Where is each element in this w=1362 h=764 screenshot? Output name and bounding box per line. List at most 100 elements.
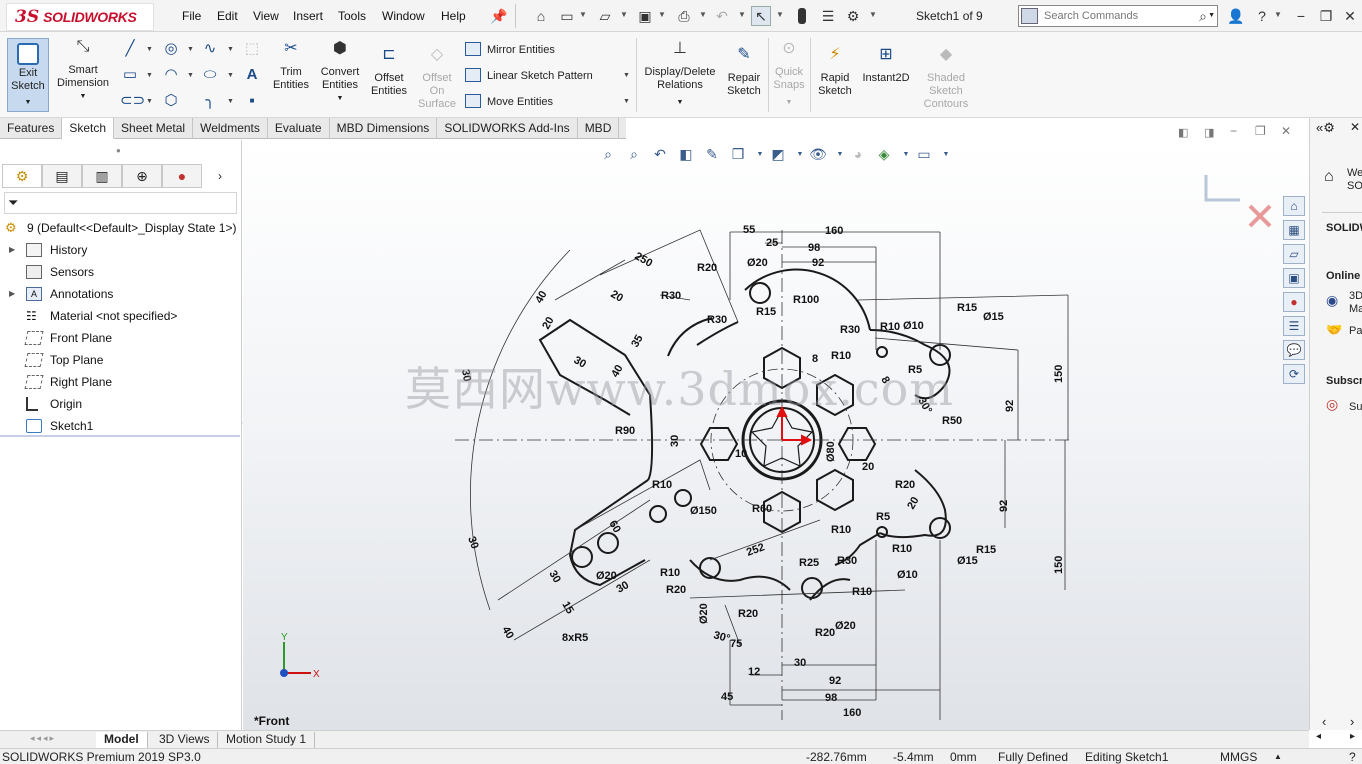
search-icon[interactable]: ⌕	[1199, 8, 1207, 25]
chevron-down-icon[interactable]: ▼	[830, 151, 850, 169]
tree-root[interactable]: ⚙ 9 (Default<<Default>_Display State 1>)	[0, 217, 240, 239]
dim-text[interactable]: Ø15	[957, 555, 978, 567]
dim-text[interactable]: 20	[609, 288, 626, 305]
dim-text[interactable]: R10	[880, 321, 900, 333]
dim-text[interactable]: 20	[862, 461, 874, 473]
rapid-sketch-button[interactable]: ⚡ Rapid Sketch	[814, 47, 856, 98]
tab-mbd[interactable]: MBD	[578, 118, 620, 139]
graphics-area[interactable]: 55 160 25 98 92 R20 Ø20 R15 R100 R30 R30…	[243, 140, 1309, 730]
restore-icon[interactable]: ❐	[1316, 6, 1336, 26]
dim-text[interactable]: 25	[766, 237, 778, 249]
minimize-icon[interactable]: −	[1291, 6, 1311, 26]
display-manager-tab-icon[interactable]: ●	[162, 164, 202, 188]
design-library-icon[interactable]: ▦	[1283, 220, 1305, 240]
new-document-icon[interactable]: ▭	[557, 6, 577, 26]
update-icon[interactable]: ⟳	[1283, 364, 1305, 384]
dim-text[interactable]: R30	[707, 314, 727, 326]
dim-text[interactable]: Ø20	[835, 620, 856, 632]
chevron-down-icon[interactable]: ▼	[1274, 10, 1282, 19]
scroll-right-icon[interactable]: ▸	[1350, 731, 1355, 742]
edit-appearance-icon[interactable]: ◕	[848, 146, 868, 164]
dim-text[interactable]: 30	[615, 579, 632, 596]
dim-text[interactable]: R20	[697, 262, 717, 274]
dim-text[interactable]: 30	[794, 657, 806, 669]
dim-text[interactable]: 98	[808, 242, 820, 254]
chevron-down-icon[interactable]: ▼	[699, 10, 707, 19]
dim-text[interactable]: R20	[738, 608, 758, 620]
chevron-down-icon[interactable]: ▼	[227, 72, 234, 79]
dim-text[interactable]: R10	[852, 586, 872, 598]
select-cursor-icon[interactable]: ↖	[751, 6, 771, 26]
repair-sketch-button[interactable]: ✎ Repair Sketch	[723, 47, 765, 98]
chevron-down-icon[interactable]: ▼	[55, 90, 111, 103]
dim-text[interactable]: 160	[825, 225, 843, 237]
dim-text[interactable]: 150	[1053, 365, 1065, 383]
dim-text[interactable]: R20	[895, 479, 915, 491]
dim-text[interactable]: 92	[829, 675, 841, 687]
chevron-down-icon[interactable]: ▼	[869, 10, 877, 19]
dim-text[interactable]: 30	[465, 535, 480, 551]
dim-text[interactable]: R15	[756, 306, 776, 318]
expand-arrow-icon[interactable]: ▶	[9, 239, 15, 261]
chevron-right-icon[interactable]: ›	[1350, 714, 1354, 729]
tree-item-history[interactable]: ▶ History	[0, 239, 240, 261]
dim-text[interactable]: Ø10	[903, 320, 924, 332]
instant2d-button[interactable]: ⊞ Instant2D	[860, 47, 912, 85]
property-manager-tab-icon[interactable]: ▤	[42, 164, 82, 188]
dim-text[interactable]: 12	[748, 666, 760, 678]
chevron-right-icon[interactable]: ›	[202, 164, 238, 188]
dim-text[interactable]: 15	[559, 600, 576, 617]
move-entities-button[interactable]: Move Entities	[465, 94, 553, 108]
apply-scene-icon[interactable]: ◈	[874, 146, 894, 164]
menu-tools[interactable]: Tools	[338, 9, 366, 23]
dim-text[interactable]: 75	[730, 638, 742, 650]
dim-text[interactable]: R10	[831, 524, 851, 536]
dynamic-annotation-icon[interactable]: ✎	[702, 146, 722, 164]
chevron-down-icon[interactable]: ▼	[658, 10, 666, 19]
dim-text[interactable]: R100	[793, 294, 819, 306]
tree-item-origin[interactable]: Origin	[0, 393, 240, 415]
dim-text[interactable]: R10	[660, 567, 680, 579]
dim-text[interactable]: R30	[661, 290, 681, 302]
dimxpert-tab-icon[interactable]: ⊕	[122, 164, 162, 188]
display-delete-relations-button[interactable]: ⊥ Display/Delete Relations ▼	[641, 41, 719, 109]
chevron-down-icon[interactable]: ▼	[8, 96, 48, 109]
line-icon[interactable]: ╱	[120, 40, 140, 58]
gear-icon[interactable]: ⚙	[843, 6, 863, 26]
chevron-down-icon[interactable]: ▼	[738, 10, 746, 19]
shaded-sketch-contours-button[interactable]: ◆ Shaded Sketch Contours	[918, 47, 974, 111]
search-input[interactable]: Search Commands	[1044, 10, 1138, 22]
pin-icon[interactable]: 📌	[489, 6, 509, 26]
confirmation-corner[interactable]	[1204, 175, 1272, 228]
help-icon[interactable]: ?	[1252, 6, 1272, 26]
dim-text[interactable]: 150	[1053, 556, 1065, 574]
search-scope-icon[interactable]	[1021, 8, 1038, 24]
tree-item-sensors[interactable]: Sensors	[0, 261, 240, 283]
tree-item-right-plane[interactable]: Right Plane	[0, 371, 240, 393]
search-commands-box[interactable]: Search Commands ⌕ ▼	[1018, 5, 1218, 27]
tree-item-sketch1[interactable]: Sketch1	[0, 415, 240, 437]
dim-text[interactable]: R20	[666, 584, 686, 596]
linear-sketch-pattern-button[interactable]: Linear Sketch Pattern	[465, 68, 593, 82]
view-orientation-icon[interactable]: ❒	[728, 146, 748, 164]
tab-evaluate[interactable]: Evaluate	[268, 118, 330, 139]
tile-left-icon[interactable]: ◧	[1178, 126, 1188, 139]
home-icon[interactable]: ⌂	[531, 6, 551, 26]
chevron-down-icon[interactable]: ▼	[227, 98, 234, 105]
dim-text[interactable]: R30	[840, 324, 860, 336]
tab-sketch[interactable]: Sketch	[62, 118, 115, 139]
slot-icon[interactable]: ⊂⊃	[120, 92, 145, 110]
solidworks-logo[interactable]: 3S SOLIDWORKS	[6, 3, 154, 31]
save-icon[interactable]: ▣	[635, 6, 655, 26]
dim-text[interactable]: Ø15	[983, 311, 1004, 323]
chevron-left-icon[interactable]: ‹	[1322, 714, 1326, 729]
dim-text[interactable]: 10	[735, 448, 747, 460]
smart-dimension-button[interactable]: ⤡ Smart Dimension ▼	[55, 39, 111, 103]
dim-text[interactable]: 92	[1004, 400, 1016, 412]
dim-text[interactable]: R15	[976, 544, 996, 556]
exit-sketch-button[interactable]: Exit Sketch ▼	[7, 38, 49, 112]
chevron-down-icon[interactable]: ▼	[146, 46, 153, 53]
dim-text[interactable]: Ø20	[747, 257, 768, 269]
dim-text[interactable]: R15	[957, 302, 977, 314]
unit-system[interactable]: MMGS	[1220, 750, 1257, 764]
